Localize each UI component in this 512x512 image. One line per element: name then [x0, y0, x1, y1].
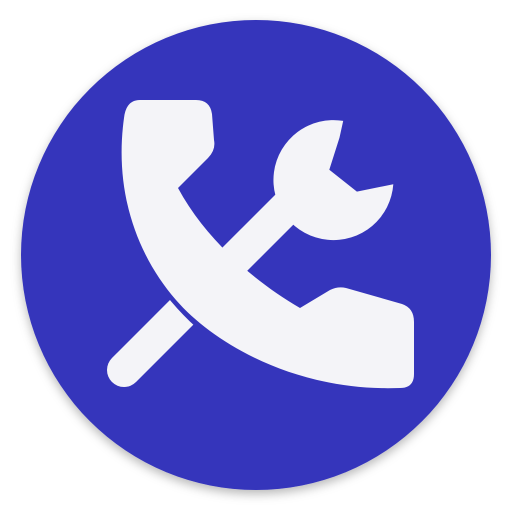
app-icon-container: [0, 0, 512, 512]
phone-wrench-icon: [21, 20, 491, 490]
